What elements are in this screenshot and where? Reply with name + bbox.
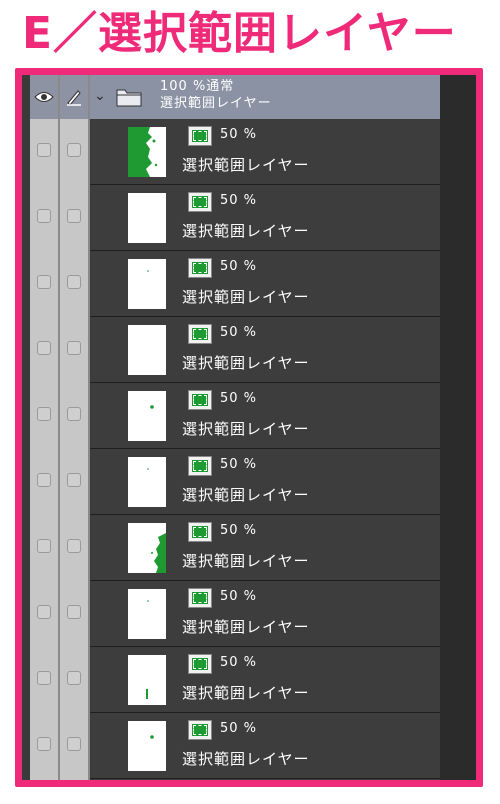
layer-opacity: 50 % — [220, 589, 258, 604]
edit-lock-checkbox[interactable] — [67, 275, 81, 289]
layer-row[interactable]: 50 % 選択範囲レイヤー — [22, 449, 440, 515]
layer-row[interactable]: 50 % 選択範囲レイヤー — [22, 383, 440, 449]
layer-thumbnail — [128, 457, 166, 507]
panel-scrollbar[interactable] — [440, 75, 476, 780]
visibility-checkbox[interactable] — [37, 341, 51, 355]
visibility-checkbox[interactable] — [37, 143, 51, 157]
layer-row[interactable]: 50 % 選択範囲レイヤー — [22, 713, 440, 779]
layer-opacity: 50 % — [220, 127, 258, 142]
layer-name: 選択範囲レイヤー — [182, 618, 310, 636]
visibility-checkbox[interactable] — [37, 605, 51, 619]
selection-layer-icon — [188, 258, 212, 278]
layer-row[interactable]: 50 % 選択範囲レイヤー — [22, 185, 440, 251]
layer-thumbnail — [128, 589, 166, 639]
selection-layer-icon — [188, 324, 212, 344]
visibility-checkbox[interactable] — [37, 737, 51, 751]
layer-name: 選択範囲レイヤー — [182, 222, 310, 240]
eye-icon[interactable] — [30, 75, 58, 119]
layer-thumbnail — [128, 259, 166, 309]
layer-opacity: 50 % — [220, 259, 258, 274]
edit-lock-checkbox[interactable] — [67, 539, 81, 553]
layer-thumbnail — [128, 523, 166, 573]
edit-lock-checkbox[interactable] — [67, 473, 81, 487]
selection-layer-icon — [188, 654, 212, 674]
edit-lock-checkbox[interactable] — [67, 671, 81, 685]
layer-row[interactable]: 50 % 選択範囲レイヤー — [22, 647, 440, 713]
selection-layer-icon — [188, 522, 212, 542]
layer-thumbnail — [128, 127, 166, 177]
chevron-down-icon[interactable]: ⌄ — [94, 89, 106, 103]
edit-lock-checkbox[interactable] — [67, 143, 81, 157]
visibility-checkbox[interactable] — [37, 671, 51, 685]
layer-name: 選択範囲レイヤー — [182, 486, 310, 504]
visibility-checkbox[interactable] — [37, 275, 51, 289]
layer-name: 選択範囲レイヤー — [182, 552, 310, 570]
layer-thumbnail — [128, 655, 166, 705]
selection-layer-icon — [188, 720, 212, 740]
layer-opacity: 50 % — [220, 721, 258, 736]
layer-name: 選択範囲レイヤー — [182, 750, 310, 768]
layer-name: 選択範囲レイヤー — [182, 684, 310, 702]
layer-thumbnail — [128, 325, 166, 375]
layer-thumbnail — [128, 391, 166, 441]
edit-lock-checkbox[interactable] — [67, 605, 81, 619]
layer-name: 選択範囲レイヤー — [182, 288, 310, 306]
layer-opacity: 50 % — [220, 457, 258, 472]
selection-layer-icon — [188, 192, 212, 212]
layer-opacity: 50 % — [220, 193, 258, 208]
folder-name: 選択範囲レイヤー — [160, 96, 272, 111]
folder-header[interactable]: ⌄ 100 %通常 選択範囲レイヤー — [90, 75, 440, 119]
visibility-checkbox[interactable] — [37, 539, 51, 553]
visibility-checkbox[interactable] — [37, 473, 51, 487]
pen-icon[interactable] — [60, 75, 88, 119]
layer-name: 選択範囲レイヤー — [182, 354, 310, 372]
page-heading: E／選択範囲レイヤー — [22, 8, 457, 59]
layer-row[interactable]: 50 % 選択範囲レイヤー — [22, 317, 440, 383]
layer-name: 選択範囲レイヤー — [182, 420, 310, 438]
visibility-checkbox[interactable] — [37, 209, 51, 223]
layer-row[interactable]: 50 % 選択範囲レイヤー — [22, 515, 440, 581]
folder-blend-label: 100 %通常 — [160, 79, 235, 94]
layer-opacity: 50 % — [220, 523, 258, 538]
layer-opacity: 50 % — [220, 655, 258, 670]
edit-lock-checkbox[interactable] — [67, 341, 81, 355]
layer-opacity: 50 % — [220, 391, 258, 406]
layer-thumbnail — [128, 721, 166, 771]
layer-row[interactable]: 50 % 選択範囲レイヤー — [22, 251, 440, 317]
layer-folder-row[interactable]: ⌄ 100 %通常 選択範囲レイヤー — [22, 75, 440, 119]
visibility-checkbox[interactable] — [37, 407, 51, 421]
layer-panel: ⌄ 100 %通常 選択範囲レイヤー 50 % 選択範囲レイヤー 50 % 選択範囲レ… — [22, 75, 476, 780]
folder-icon — [116, 89, 142, 107]
layer-name: 選択範囲レイヤー — [182, 156, 310, 174]
layer-panel-frame: ⌄ 100 %通常 選択範囲レイヤー 50 % 選択範囲レイヤー 50 % 選択範囲レ… — [15, 68, 483, 787]
selection-layer-icon — [188, 126, 212, 146]
edit-lock-checkbox[interactable] — [67, 209, 81, 223]
edit-lock-checkbox[interactable] — [67, 737, 81, 751]
edit-lock-checkbox[interactable] — [67, 407, 81, 421]
layer-opacity: 50 % — [220, 325, 258, 340]
layer-row[interactable]: 50 % 選択範囲レイヤー — [22, 119, 440, 185]
selection-layer-icon — [188, 588, 212, 608]
selection-layer-icon — [188, 390, 212, 410]
layer-thumbnail — [128, 193, 166, 243]
layer-row[interactable]: 50 % 選択範囲レイヤー — [22, 581, 440, 647]
selection-layer-icon — [188, 456, 212, 476]
